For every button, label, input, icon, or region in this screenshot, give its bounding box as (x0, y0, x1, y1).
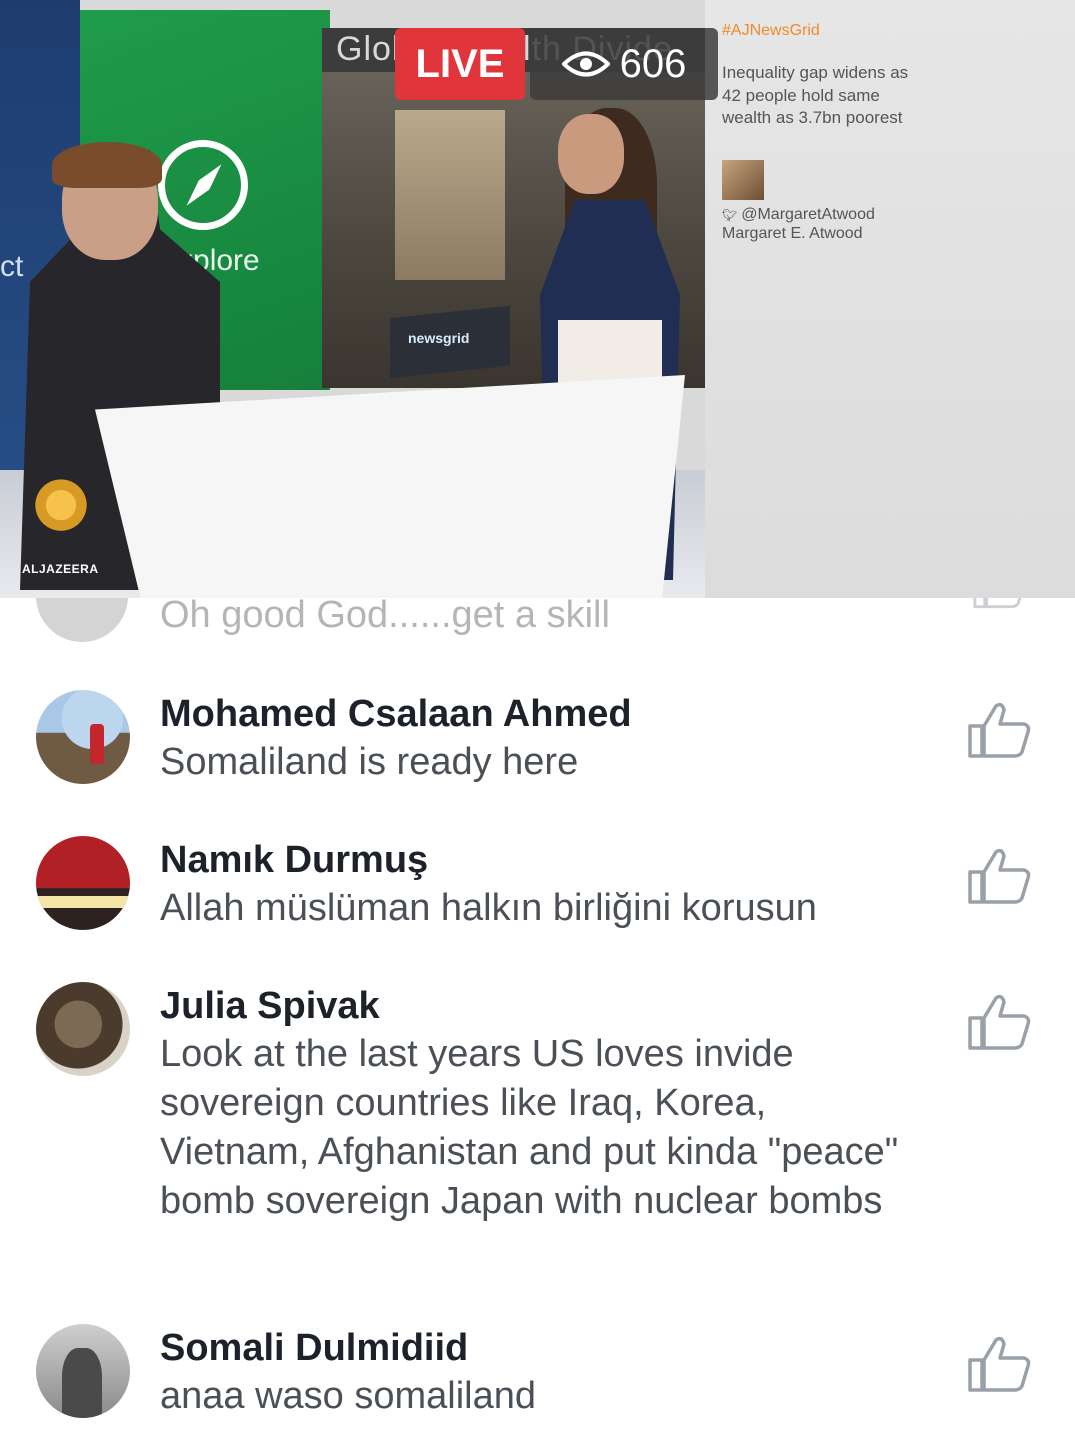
like-icon[interactable] (966, 700, 1032, 760)
twitter-bird-icon: 🐦︎ (722, 208, 738, 222)
commenter-name[interactable]: Julia Spivak (160, 982, 380, 1030)
like-icon[interactable] (966, 846, 1032, 906)
live-video-player[interactable]: ct Explore Global Wealth Divide newsgrid… (0, 0, 1075, 598)
avatar-banner (36, 896, 130, 908)
live-badge: LIVE (395, 28, 525, 100)
like-icon[interactable] (968, 598, 1030, 610)
twitter-author-name: Margaret E. Atwood (722, 225, 863, 242)
presenter-woman-face (558, 114, 624, 194)
tweet-thumbnail (722, 160, 764, 200)
comment-item: Oh good God......get a skill (0, 598, 1075, 650)
comment-text: Somaliland is ready here (160, 741, 579, 783)
commenter-avatar[interactable] (36, 982, 130, 1076)
commenter-avatar[interactable] (36, 690, 130, 784)
aljazeera-logo-icon (30, 470, 92, 548)
commenter-name[interactable]: Mohamed Csalaan Ahmed (160, 690, 632, 738)
twitter-handle: @MargaretAtwood (741, 206, 875, 223)
comments-list[interactable]: Oh good God......get a skill Mohamed Csa… (0, 598, 1075, 1456)
comment-text: Look at the last years US loves invide s… (160, 1033, 899, 1222)
news-hashtag: #AJNewsGrid (722, 22, 820, 39)
studio-desk (95, 375, 685, 598)
viewer-count: 606 (619, 41, 687, 86)
commenter-name[interactable]: Namık Durmuş (160, 836, 428, 884)
background-text-fragment: ct (0, 250, 24, 283)
avatar-figure (62, 1348, 102, 1418)
comment-text: Allah müslüman halkın birliğini korusun (160, 887, 817, 929)
twitter-handle-row: 🐦︎ @MargaretAtwood (722, 206, 875, 224)
channel-logo-text: ALJAZEERA (22, 562, 99, 576)
comment-text: Oh good God......get a skill (160, 598, 610, 636)
comment-text: anaa waso somaliland (160, 1375, 537, 1417)
news-headline: Inequality gap widens as 42 people hold … (722, 63, 909, 127)
avatar-figure (90, 724, 104, 764)
presenter-man-hair (52, 142, 162, 188)
viewer-count-badge: 606 (530, 28, 718, 100)
like-icon[interactable] (966, 992, 1032, 1052)
commenter-avatar[interactable] (36, 1324, 130, 1418)
eye-icon (561, 49, 610, 79)
commenter-avatar[interactable] (36, 836, 130, 930)
desk-monitor-text: newsgrid (408, 330, 470, 346)
like-icon[interactable] (966, 1334, 1032, 1394)
commenter-avatar[interactable] (36, 598, 128, 642)
commenter-name[interactable]: Somali Dulmidiid (160, 1324, 468, 1372)
screen-shop-window (395, 110, 505, 280)
